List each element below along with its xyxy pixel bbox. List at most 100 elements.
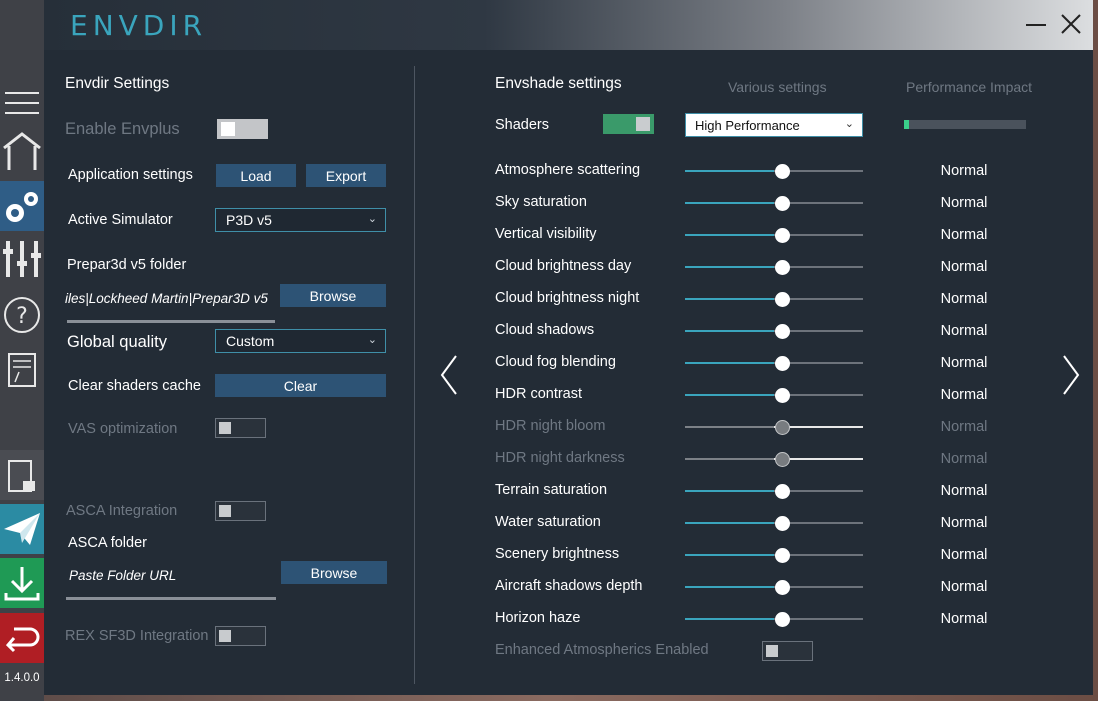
toggle-knob bbox=[221, 122, 235, 136]
slider-thumb[interactable] bbox=[775, 612, 790, 627]
performance-impact-header: Performance Impact bbox=[906, 79, 1033, 95]
prepar3d-folder-path[interactable]: iles|Lockheed Martin|Prepar3D v5 bbox=[65, 291, 275, 306]
send-icon[interactable] bbox=[0, 504, 44, 554]
setting-label: Aircraft shadows depth bbox=[495, 578, 643, 594]
slider-thumb[interactable] bbox=[775, 324, 790, 339]
shader-mode-select[interactable]: High Performance ⌄ bbox=[685, 113, 863, 137]
setting-impact: Normal bbox=[940, 419, 988, 435]
rex-integration-toggle[interactable] bbox=[215, 626, 266, 646]
asca-integration-toggle[interactable] bbox=[215, 501, 266, 521]
slider-thumb[interactable] bbox=[775, 388, 790, 403]
setting-label: Cloud fog blending bbox=[495, 354, 616, 370]
version-label: 1.4.0.0 bbox=[4, 672, 40, 684]
application-settings-label: Application settings bbox=[68, 167, 193, 183]
slider-track-filled bbox=[685, 234, 774, 236]
notes-icon[interactable] bbox=[0, 345, 44, 395]
slider-track-filled bbox=[685, 618, 774, 620]
export-button[interactable]: Export bbox=[306, 164, 386, 187]
clear-cache-button[interactable]: Clear bbox=[215, 374, 386, 397]
envshade-settings-heading: Envshade settings bbox=[495, 75, 622, 92]
vas-optimization-toggle[interactable] bbox=[215, 418, 266, 438]
setting-slider[interactable] bbox=[685, 260, 863, 275]
download-icon[interactable] bbox=[0, 558, 44, 608]
slider-track-filled bbox=[685, 426, 774, 428]
slider-thumb[interactable] bbox=[775, 452, 790, 467]
setting-slider[interactable] bbox=[685, 228, 863, 243]
shader-mode-value: High Performance bbox=[695, 117, 800, 133]
setting-slider[interactable] bbox=[685, 548, 863, 563]
load-button[interactable]: Load bbox=[216, 164, 296, 187]
undo-icon[interactable] bbox=[0, 613, 44, 663]
prepar3d-browse-button[interactable]: Browse bbox=[280, 284, 386, 307]
next-page-arrow[interactable] bbox=[1062, 354, 1080, 401]
home-icon[interactable] bbox=[0, 126, 44, 176]
slider-thumb[interactable] bbox=[775, 516, 790, 531]
save-file-icon[interactable] bbox=[0, 450, 44, 500]
setting-slider[interactable] bbox=[685, 580, 863, 595]
setting-slider[interactable] bbox=[685, 164, 863, 179]
panel-divider bbox=[414, 66, 415, 684]
setting-slider[interactable] bbox=[685, 356, 863, 371]
prepar3d-folder-label: Prepar3d v5 folder bbox=[67, 257, 187, 273]
toggle-knob bbox=[636, 117, 650, 131]
clear-cache-label: Clear shaders cache bbox=[68, 378, 201, 394]
minimize-button[interactable] bbox=[1024, 12, 1048, 36]
slider-thumb[interactable] bbox=[775, 196, 790, 211]
setting-label: HDR night darkness bbox=[495, 450, 625, 466]
close-button[interactable] bbox=[1059, 12, 1083, 36]
enhanced-atmospherics-toggle[interactable] bbox=[762, 641, 813, 661]
main-window: ENVDIR Envdir Settings Enable Envplus Ap… bbox=[44, 0, 1093, 695]
slider-thumb[interactable] bbox=[775, 420, 790, 435]
global-quality-label: Global quality bbox=[67, 333, 167, 351]
setting-impact: Normal bbox=[940, 547, 988, 563]
setting-impact: Normal bbox=[940, 579, 988, 595]
performance-impact-bar bbox=[904, 120, 1026, 129]
enable-envplus-toggle[interactable] bbox=[217, 119, 268, 139]
menu-icon[interactable] bbox=[0, 78, 44, 128]
setting-slider[interactable] bbox=[685, 484, 863, 499]
asca-folder-input[interactable]: Paste Folder URL bbox=[69, 568, 176, 583]
toggle-knob bbox=[766, 645, 778, 657]
setting-slider[interactable] bbox=[685, 388, 863, 403]
setting-impact: Normal bbox=[940, 611, 988, 627]
setting-label: Water saturation bbox=[495, 514, 601, 530]
setting-impact: Normal bbox=[940, 291, 988, 307]
slider-thumb[interactable] bbox=[775, 484, 790, 499]
previous-page-arrow[interactable] bbox=[440, 354, 458, 401]
shaders-label: Shaders bbox=[495, 117, 550, 133]
slider-track-filled bbox=[685, 170, 774, 172]
svg-text:?: ? bbox=[16, 304, 28, 329]
asca-integration-label: ASCA Integration bbox=[66, 503, 178, 519]
slider-thumb[interactable] bbox=[775, 292, 790, 307]
toggle-knob bbox=[219, 505, 231, 517]
settings-icon[interactable] bbox=[0, 181, 44, 231]
setting-impact: Normal bbox=[940, 259, 988, 275]
setting-impact: Normal bbox=[940, 515, 988, 531]
setting-slider[interactable] bbox=[685, 420, 863, 435]
slider-thumb[interactable] bbox=[775, 356, 790, 371]
global-quality-select[interactable]: Custom ⌄ bbox=[215, 329, 386, 353]
help-icon[interactable]: ? bbox=[0, 290, 44, 340]
setting-slider[interactable] bbox=[685, 196, 863, 211]
setting-impact: Normal bbox=[940, 163, 988, 179]
setting-impact: Normal bbox=[940, 387, 988, 403]
slider-thumb[interactable] bbox=[775, 228, 790, 243]
asca-folder-label: ASCA folder bbox=[68, 535, 147, 551]
asca-browse-button[interactable]: Browse bbox=[281, 561, 387, 584]
slider-thumb[interactable] bbox=[775, 580, 790, 595]
various-settings-header: Various settings bbox=[728, 79, 827, 95]
slider-thumb[interactable] bbox=[775, 164, 790, 179]
slider-thumb[interactable] bbox=[775, 260, 790, 275]
setting-slider[interactable] bbox=[685, 612, 863, 627]
shaders-toggle[interactable] bbox=[603, 114, 654, 134]
setting-label: HDR night bloom bbox=[495, 418, 606, 434]
envdir-settings-heading: Envdir Settings bbox=[65, 75, 170, 92]
active-simulator-select[interactable]: P3D v5 ⌄ bbox=[215, 208, 386, 232]
setting-slider[interactable] bbox=[685, 324, 863, 339]
sliders-icon[interactable] bbox=[0, 234, 44, 284]
setting-slider[interactable] bbox=[685, 516, 863, 531]
title-bar[interactable]: ENVDIR bbox=[44, 0, 1093, 50]
setting-slider[interactable] bbox=[685, 452, 863, 467]
slider-thumb[interactable] bbox=[775, 548, 790, 563]
setting-slider[interactable] bbox=[685, 292, 863, 307]
